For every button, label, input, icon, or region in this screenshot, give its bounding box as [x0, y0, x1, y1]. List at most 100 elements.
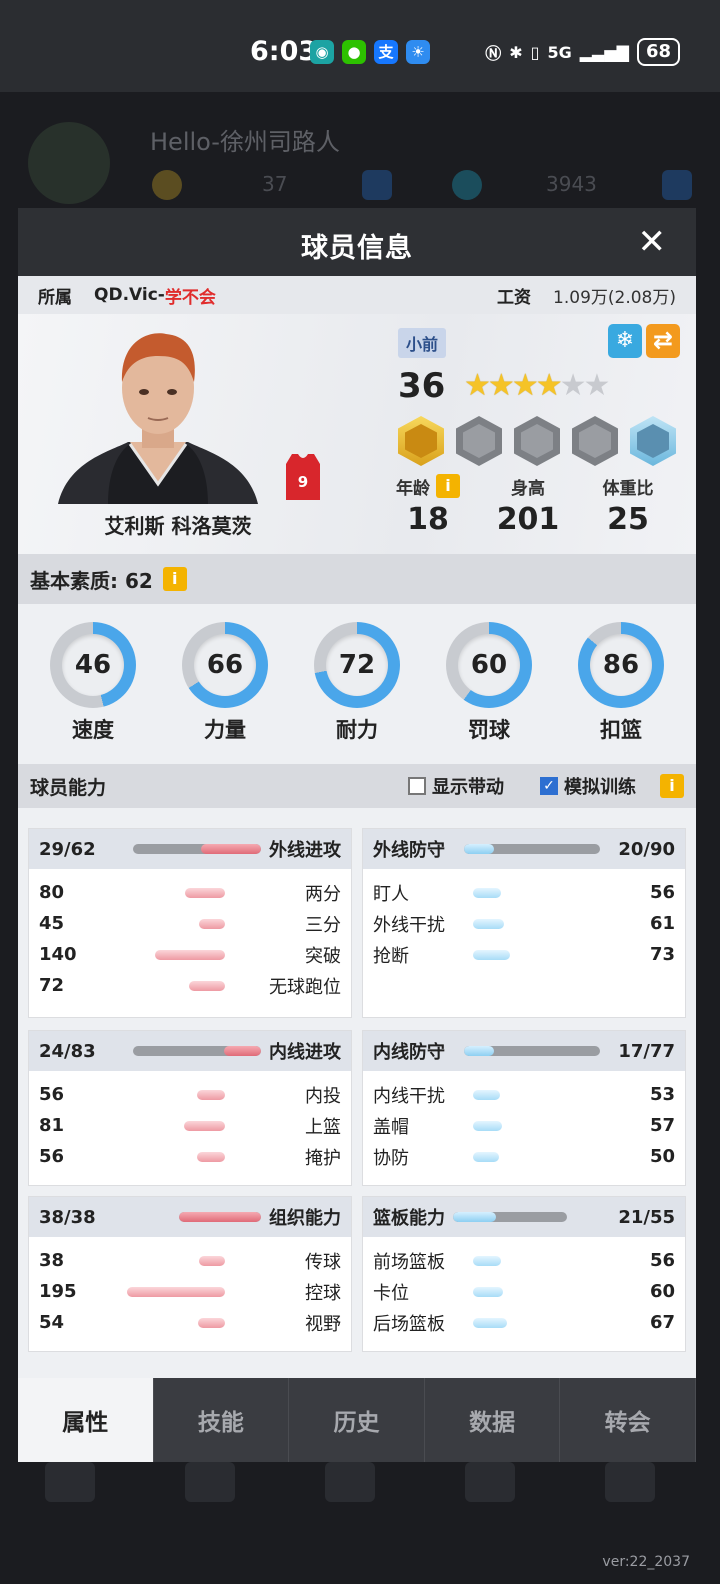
progress-ring: 86 [578, 622, 664, 708]
attribute-value: 86 [590, 634, 652, 696]
info-icon[interactable]: i [436, 474, 460, 498]
ability-card[interactable]: 内线防守 17/77 内线干扰 53 盖帽 57 协防 50 [362, 1030, 686, 1186]
ability-label: 两分 [305, 883, 341, 905]
info-icon[interactable]: i [660, 774, 684, 798]
ability-row: 协防 50 [373, 1141, 675, 1172]
attribute-ring: 66 力量 [180, 622, 270, 764]
ability-label: 传球 [305, 1251, 341, 1273]
tab-0[interactable]: 属性 [18, 1378, 154, 1462]
blue-player-badge-icon[interactable] [630, 416, 676, 466]
ability-value: 81 [39, 1115, 65, 1136]
ability-progress-bar [463, 844, 600, 854]
checkbox-unchecked[interactable] [408, 777, 426, 795]
locked-badge-icon[interactable] [514, 416, 560, 466]
ability-progress-bar [453, 1212, 567, 1222]
affiliation-bar: 所属 QD.Vic- 学不会 工资 1.09万(2.08万) [18, 276, 696, 314]
show-drive-label: 显示带动 [432, 777, 504, 798]
ability-card[interactable]: 外线防守 20/90 盯人 56 外线干扰 61 抢断 73 [362, 828, 686, 1018]
ability-card[interactable]: 38/38 组织能力 38 传球 195 控球 54 视野 [28, 1196, 352, 1352]
attribute-label: 罚球 [468, 718, 510, 742]
ability-row: 抢断 73 [373, 939, 675, 970]
ability-row: 72 无球跑位 [39, 970, 341, 1001]
team-name-suffix: 学不会 [164, 287, 216, 308]
ability-value: 73 [649, 944, 675, 965]
ability-mini-bar [127, 1286, 225, 1297]
attribute-ring: 46 速度 [48, 622, 138, 764]
star-rating: ★★★★★★ [464, 368, 610, 403]
gold-player-badge-icon[interactable] [398, 416, 444, 466]
star-icon: ★ [464, 368, 491, 403]
ability-mini-bar [199, 1255, 225, 1266]
ability-label: 外线干扰 [373, 914, 445, 936]
ability-card-header: 外线防守 20/90 [363, 829, 685, 869]
ability-mini-bar [197, 1151, 225, 1162]
background-currency-1: 37 [262, 172, 288, 196]
ability-mini-bar [473, 887, 501, 898]
attribute-label: 速度 [72, 718, 114, 742]
badge-row [398, 416, 676, 466]
ability-score: 20/90 [618, 838, 676, 860]
ability-row: 后场篮板 67 [373, 1307, 675, 1338]
attribute-label: 力量 [204, 718, 246, 742]
locked-badge-icon[interactable] [456, 416, 502, 466]
ability-card[interactable]: 29/62 外线进攻 80 两分 45 三分 140 突破 72 无球跑位 [28, 828, 352, 1018]
player-name: 艾利斯 科洛莫茨 [104, 514, 252, 538]
ability-progress-bar [179, 1212, 261, 1222]
show-drive-checkbox[interactable]: 显示带动 [408, 773, 504, 799]
ability-row: 81 上篮 [39, 1110, 341, 1141]
ability-row: 前场篮板 56 [373, 1245, 675, 1276]
ability-label: 协防 [373, 1147, 409, 1169]
tab-3[interactable]: 数据 [425, 1378, 561, 1462]
ability-title: 篮板能力 [373, 1208, 445, 1229]
ability-title: 内线进攻 [269, 1042, 341, 1063]
checkbox-checked[interactable]: ✓ [540, 777, 558, 795]
tab-4[interactable]: 转会 [560, 1378, 696, 1462]
swap-icon[interactable]: ⇄ [646, 324, 680, 358]
ability-title: 内线防守 [373, 1042, 445, 1063]
ability-score: 24/83 [39, 1040, 96, 1062]
snowflake-icon[interactable]: ❄ [608, 324, 642, 358]
ability-progress-fill [179, 1212, 261, 1222]
tab-1[interactable]: 技能 [154, 1378, 290, 1462]
ability-mini-bar [184, 1120, 225, 1131]
close-icon[interactable]: ✕ [638, 222, 667, 262]
ability-card[interactable]: 24/83 内线进攻 56 内投 81 上篮 56 掩护 [28, 1030, 352, 1186]
ability-title: 组织能力 [269, 1208, 341, 1229]
ability-mini-bar [473, 1151, 499, 1162]
attribute-value: 66 [194, 634, 256, 696]
ability-card-header: 24/83 内线进攻 [29, 1031, 351, 1071]
ability-card[interactable]: 篮板能力 21/55 前场篮板 56 卡位 60 后场篮板 67 [362, 1196, 686, 1352]
basic-quality-header: 基本素质: 62 i [18, 554, 696, 604]
height-stat: 身高 201 [478, 474, 578, 538]
tab-2[interactable]: 历史 [289, 1378, 425, 1462]
position-badge: 小前 [398, 328, 447, 358]
ability-label: 上篮 [305, 1116, 341, 1138]
network-label: 5G [547, 42, 572, 62]
ability-progress-bar [133, 1046, 261, 1056]
locked-badge-icon[interactable] [572, 416, 618, 466]
ability-label: 盯人 [373, 883, 409, 905]
height-value: 201 [496, 502, 560, 537]
ability-label: 抢断 [373, 945, 409, 967]
background-nav-item [440, 1462, 540, 1510]
background-nav-item [300, 1462, 400, 1510]
info-icon[interactable]: i [162, 567, 187, 591]
add-currency-icon [362, 170, 392, 200]
ability-row: 56 掩护 [39, 1141, 341, 1172]
ability-card-header: 篮板能力 21/55 [363, 1197, 685, 1237]
ability-progress-bar [133, 844, 261, 854]
weight-label: 体重比 [602, 478, 654, 499]
half-star-icon: ★ [535, 368, 563, 403]
ability-mini-bar [473, 949, 510, 960]
ability-value: 38 [39, 1250, 65, 1271]
ability-value: 72 [39, 975, 65, 996]
ability-mini-bar [155, 949, 225, 960]
diamond-icon [452, 170, 482, 200]
abilities-header: 球员能力 显示带动 ✓ 模拟训练 i [18, 764, 696, 808]
sim-training-checkbox[interactable]: ✓ 模拟训练 [540, 773, 636, 799]
ability-mini-bar [199, 918, 225, 929]
physical-stats: 年龄 i 18 身高 201 体重比 25 [378, 474, 678, 537]
ability-value: 57 [649, 1115, 675, 1136]
ability-value: 56 [649, 1250, 675, 1271]
ability-row: 38 传球 [39, 1245, 341, 1276]
